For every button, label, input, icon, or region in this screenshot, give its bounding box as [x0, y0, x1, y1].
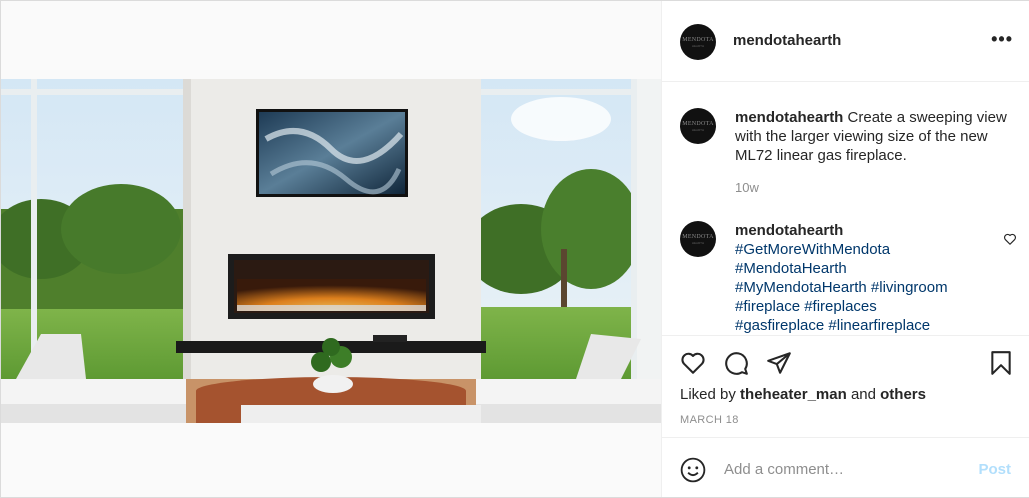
post-date[interactable]: MARCH 18	[680, 414, 739, 426]
avatar-logo-subtext: HEARTH	[691, 241, 705, 245]
more-horizontal-icon[interactable]: •••	[991, 29, 1013, 50]
post-header: MENDOTA HEARTH mendotahearth •••	[662, 1, 1029, 82]
hashtag-link[interactable]: #MyMendotaHearth	[735, 279, 867, 296]
avatar-logo-text: MENDOTA	[682, 121, 714, 127]
hashtag-link[interactable]: #GetMoreWithMendota	[735, 240, 1020, 259]
media-panel	[1, 1, 661, 497]
comments-list[interactable]: MENDOTA HEARTH mendotahearth Create a sw…	[662, 82, 1029, 335]
comment-input[interactable]	[724, 456, 964, 482]
hashtag-link[interactable]: #fireplace	[735, 298, 800, 315]
caption-time[interactable]: 10w	[735, 180, 759, 195]
hashtag-link[interactable]: #MendotaHearth	[735, 259, 1020, 278]
hashtag-link[interactable]: #livingroom	[871, 279, 948, 296]
post-actions: Liked by theheater_man and others MARCH …	[662, 335, 1029, 497]
caption-avatar[interactable]: MENDOTA HEARTH	[680, 108, 716, 144]
likes-summary: Liked by theheater_man and others	[680, 386, 926, 403]
post-sidebar: MENDOTA HEARTH mendotahearth ••• MENDOTA…	[661, 1, 1029, 497]
caption-username[interactable]: mendotahearth	[735, 109, 843, 126]
likes-user[interactable]: theheater_man	[740, 386, 847, 403]
avatar-logo-subtext: HEARTH	[691, 128, 705, 132]
avatar[interactable]: MENDOTA HEARTH	[680, 24, 716, 60]
likes-middle: and	[850, 386, 876, 403]
hashtag-link[interactable]: #fireplaces	[804, 298, 877, 315]
caption-text-block: mendotahearth Create a sweeping view wit…	[735, 108, 1020, 165]
hashtag-line: #fireplace #fireplaces	[735, 297, 1020, 316]
post-button[interactable]: Post	[978, 461, 1011, 478]
comment-text-block: mendotahearth #GetMoreWithMendota #Mendo…	[735, 221, 1020, 335]
share-icon[interactable]	[766, 350, 792, 376]
hashtag-link[interactable]: #gasfireplace	[735, 317, 824, 334]
emoji-icon[interactable]	[680, 457, 706, 483]
hashtag-line: #gasfireplace #linearfireplace	[735, 316, 1020, 335]
living-room-fireplace-image	[1, 79, 661, 423]
hashtag-line: #MyMendotaHearth #livingroom	[735, 278, 1020, 297]
avatar-logo-text: MENDOTA	[682, 234, 714, 240]
post-photo[interactable]	[1, 79, 661, 423]
comment-username[interactable]: mendotahearth	[735, 222, 843, 239]
likes-prefix: Liked by	[680, 386, 736, 403]
bookmark-icon[interactable]	[988, 350, 1014, 376]
avatar-logo-subtext: HEARTH	[691, 44, 705, 48]
post-window: MENDOTA HEARTH mendotahearth ••• MENDOTA…	[0, 0, 1029, 498]
like-comment-heart-icon[interactable]	[1003, 232, 1017, 246]
add-comment-bar: Post	[662, 437, 1029, 498]
avatar-logo-text: MENDOTA	[682, 37, 714, 43]
comment-icon[interactable]	[723, 350, 749, 376]
comment-avatar[interactable]: MENDOTA HEARTH	[680, 221, 716, 257]
heart-icon[interactable]	[680, 350, 706, 376]
likes-others[interactable]: others	[880, 386, 926, 403]
header-username[interactable]: mendotahearth	[733, 32, 841, 49]
hashtag-link[interactable]: #linearfireplace	[828, 317, 930, 334]
